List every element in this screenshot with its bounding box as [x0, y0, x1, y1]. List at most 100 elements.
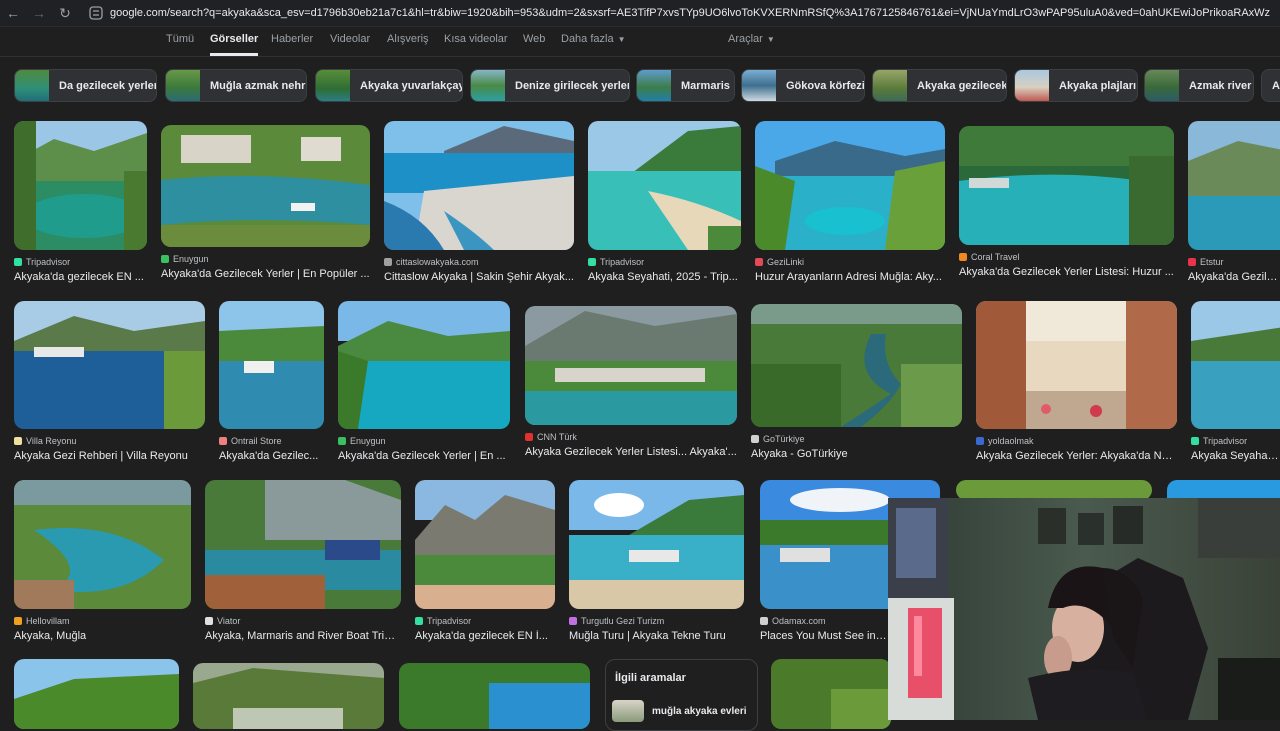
- result-image[interactable]: [525, 306, 737, 425]
- image-result[interactable]: Tripadvisor Akyaka Seyahati, 2: [1191, 301, 1280, 462]
- chip-denize-girilecek-yerler[interactable]: Denize girilecek yerler: [470, 69, 630, 102]
- image-result-partial[interactable]: [1167, 480, 1280, 500]
- result-title[interactable]: Akyaka, Marmaris and River Boat Trip ...: [205, 630, 401, 642]
- result-source: Tripadvisor: [1191, 435, 1280, 447]
- image-result[interactable]: [193, 663, 384, 729]
- result-title[interactable]: Akyaka Gezilecek Yerler Listesi... Akyak…: [525, 446, 737, 458]
- image-result[interactable]: yoldaolmak Akyaka Gezilecek Yerler: Akya…: [976, 301, 1177, 462]
- image-result[interactable]: Odamax.com Places You Must See in Ak: [760, 480, 940, 642]
- reload-icon[interactable]: ↻: [52, 0, 78, 26]
- tab-news[interactable]: Haberler: [271, 26, 313, 56]
- result-title[interactable]: Huzur Arayanların Adresi Muğla: Aky...: [755, 271, 945, 283]
- chip-akyaka-yuvarlakcay[interactable]: Akyaka yuvarlakçay: [315, 69, 463, 102]
- result-image[interactable]: [959, 126, 1174, 245]
- result-image[interactable]: [956, 480, 1152, 500]
- image-result[interactable]: Enuygun Akyaka'da Gezilecek Yerler | En …: [338, 301, 510, 462]
- source-name: Enuygun: [173, 254, 209, 264]
- image-result[interactable]: Turgutlu Gezi Turizm Muğla Turu | Akyaka…: [569, 480, 744, 642]
- result-image[interactable]: [399, 663, 590, 729]
- tab-shopping[interactable]: Alışveriş: [387, 26, 429, 56]
- image-result[interactable]: Tripadvisor Akyaka'da gezilecek EN ...: [14, 121, 147, 283]
- tab-images[interactable]: Görseller: [210, 26, 259, 56]
- webcam-feed: [888, 498, 1280, 720]
- result-image[interactable]: [976, 301, 1177, 429]
- result-image[interactable]: [14, 659, 179, 729]
- result-image[interactable]: [219, 301, 324, 429]
- image-result[interactable]: CNN Türk Akyaka Gezilecek Yerler Listesi…: [525, 306, 737, 458]
- chip-truncated[interactable]: Al: [1261, 69, 1280, 102]
- result-image[interactable]: [1167, 480, 1280, 500]
- image-result[interactable]: Coral Travel Akyaka'da Gezilecek Yerler …: [959, 126, 1174, 278]
- chip-label: Gökova körfezi: [786, 79, 865, 92]
- result-image[interactable]: [771, 659, 891, 729]
- address-bar[interactable]: google.com/search?q=akyaka&sca_esv=d1796…: [88, 3, 1280, 23]
- result-image[interactable]: [14, 301, 205, 429]
- tab-short-videos[interactable]: Kısa videolar: [444, 26, 508, 56]
- result-image[interactable]: [14, 480, 191, 609]
- image-result[interactable]: Ontrail Store Akyaka'da Gezilec...: [219, 301, 324, 462]
- result-image[interactable]: [384, 121, 574, 250]
- result-title[interactable]: Akyaka Seyahati, 2025 - Trip...: [588, 271, 741, 283]
- forward-icon[interactable]: →: [26, 0, 52, 26]
- site-favicon-icon: [751, 435, 759, 443]
- result-title[interactable]: Akyaka'da Gezilecek Yerler | En ...: [338, 450, 510, 462]
- result-image[interactable]: [1191, 301, 1280, 429]
- image-result[interactable]: Hellovillam Akyaka, Muğla: [14, 480, 191, 642]
- result-image[interactable]: [161, 125, 370, 247]
- chip-label: Al: [1272, 79, 1280, 92]
- result-title[interactable]: Akyaka Seyahati, 2: [1191, 450, 1280, 462]
- image-result[interactable]: Tripadvisor Akyaka Seyahati, 2025 - Trip…: [588, 121, 741, 283]
- tab-web[interactable]: Web: [523, 26, 545, 56]
- tools-button[interactable]: Araçlar ▼: [728, 26, 775, 56]
- image-result[interactable]: Enuygun Akyaka'da Gezilecek Yerler | En …: [161, 125, 370, 280]
- image-result[interactable]: [771, 659, 891, 729]
- result-image[interactable]: [755, 121, 945, 250]
- result-title[interactable]: Akyaka'da gezilecek EN ...: [14, 271, 147, 283]
- image-result[interactable]: GeziLinki Huzur Arayanların Adresi Muğla…: [755, 121, 945, 283]
- result-title[interactable]: Places You Must See in Ak: [760, 630, 888, 642]
- tab-all[interactable]: Tümü: [166, 26, 194, 56]
- result-image[interactable]: [569, 480, 744, 609]
- chip-azmak-river[interactable]: Azmak river: [1144, 69, 1254, 102]
- result-title[interactable]: Akyaka Gezilecek Yerler: Akyaka'da Ne ..…: [976, 450, 1177, 462]
- result-image[interactable]: [588, 121, 741, 250]
- image-result[interactable]: [399, 663, 590, 729]
- chip-marmaris[interactable]: Marmaris: [636, 69, 735, 102]
- image-result[interactable]: Tripadvisor Akyaka'da gezilecek EN İ...: [415, 480, 555, 642]
- image-result[interactable]: Etstur Akyaka'da Gezilece...: [1188, 121, 1280, 283]
- image-result[interactable]: [14, 659, 179, 729]
- result-image[interactable]: [338, 301, 510, 429]
- image-result[interactable]: Viator Akyaka, Marmaris and River Boat T…: [205, 480, 401, 642]
- result-title[interactable]: Cittaslow Akyaka | Sakin Şehir Akyak...: [384, 271, 574, 283]
- image-result-partial[interactable]: [956, 480, 1152, 500]
- result-title[interactable]: Akyaka Gezi Rehberi | Villa Reyonu: [14, 450, 205, 462]
- result-title[interactable]: Akyaka'da Gezilece...: [1188, 271, 1280, 283]
- result-title[interactable]: Akyaka'da Gezilecek Yerler Listesi: Huzu…: [959, 266, 1174, 278]
- image-result[interactable]: GoTürkiye Akyaka - GoTürkiye: [751, 304, 962, 460]
- result-image[interactable]: [1188, 121, 1280, 250]
- back-icon[interactable]: ←: [0, 0, 26, 26]
- result-image[interactable]: [205, 480, 401, 609]
- result-title[interactable]: Muğla Turu | Akyaka Tekne Turu: [569, 630, 744, 642]
- result-title[interactable]: Akyaka'da Gezilecek Yerler | En Popüler …: [161, 268, 370, 280]
- chip-gokova-korfezi[interactable]: Gökova körfezi: [741, 69, 865, 102]
- url-text[interactable]: google.com/search?q=akyaka&sca_esv=d1796…: [110, 7, 1270, 19]
- result-title[interactable]: Akyaka'da gezilecek EN İ...: [415, 630, 555, 642]
- image-result[interactable]: cittaslowakyaka.com Cittaslow Akyaka | S…: [384, 121, 574, 283]
- result-image[interactable]: [14, 121, 147, 250]
- site-settings-icon[interactable]: [88, 5, 104, 21]
- result-image[interactable]: [751, 304, 962, 427]
- tab-videos[interactable]: Videolar: [330, 26, 370, 56]
- chip-da-gezilecek-yerler[interactable]: Da gezilecek yerler: [14, 69, 157, 102]
- result-image[interactable]: [415, 480, 555, 609]
- result-title[interactable]: Akyaka, Muğla: [14, 630, 191, 642]
- chip-akyaka-plajlari[interactable]: Akyaka plajları: [1014, 69, 1138, 102]
- chip-akyaka-gezilecek[interactable]: Akyaka gezilecek: [872, 69, 1007, 102]
- related-search-item[interactable]: muğla akyaka evleri: [612, 700, 747, 722]
- result-title[interactable]: Akyaka - GoTürkiye: [751, 448, 962, 460]
- result-title[interactable]: Akyaka'da Gezilec...: [219, 450, 324, 462]
- image-result[interactable]: Villa Reyonu Akyaka Gezi Rehberi | Villa…: [14, 301, 205, 462]
- tab-more[interactable]: Daha fazla ▼: [561, 26, 626, 56]
- result-image[interactable]: [193, 663, 384, 729]
- chip-mugla-azmak-nehri[interactable]: Muğla azmak nehri: [165, 69, 307, 102]
